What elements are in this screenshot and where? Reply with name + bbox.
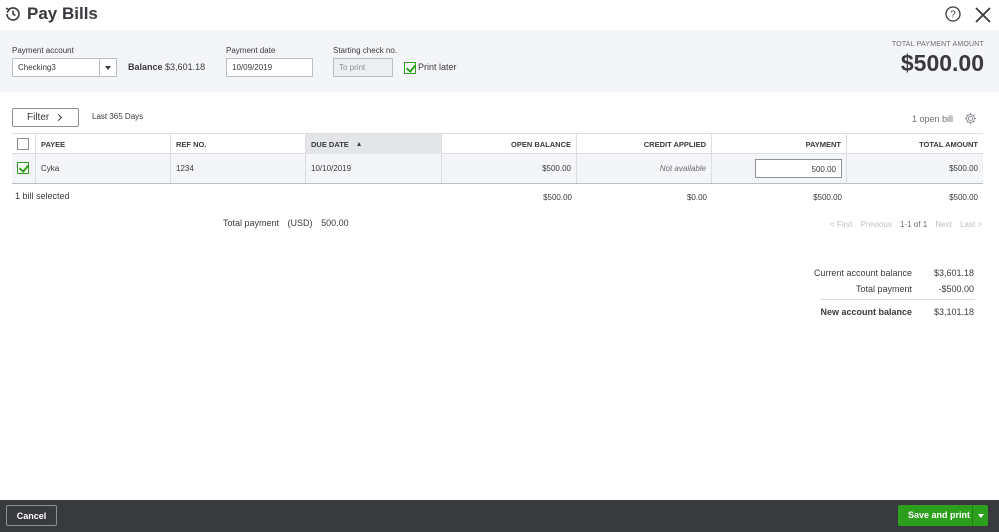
- svg-text:?: ?: [950, 10, 956, 21]
- new-balance-value: $3,101.18: [933, 307, 974, 317]
- footer-bar: Cancel Save and print: [0, 500, 999, 532]
- gear-icon[interactable]: [964, 112, 977, 125]
- total-payment-amount-label: TOTAL PAYMENT AMOUNT: [891, 41, 984, 48]
- total-payment-label: Total payment: [223, 218, 280, 228]
- payment-date-label: Payment date: [226, 46, 276, 55]
- help-icon[interactable]: ?: [945, 6, 961, 22]
- sort-ascending-icon: [356, 142, 361, 146]
- close-icon[interactable]: [974, 6, 992, 24]
- payment-amount-input[interactable]: 500.00: [755, 159, 842, 178]
- payment-account-value: Checking3: [18, 63, 56, 72]
- total-payment-line: Total payment (USD) 500.00: [223, 218, 355, 228]
- save-and-print-button[interactable]: Save and print: [898, 505, 988, 526]
- column-header-ref-no[interactable]: REF NO.: [171, 134, 306, 154]
- column-header-open-balance[interactable]: OPEN BALANCE: [442, 134, 577, 154]
- total-payment-currency: (USD): [287, 218, 313, 228]
- filter-button-label: Filter: [27, 112, 50, 123]
- cell-open-balance: $500.00: [442, 154, 577, 183]
- page-title: Pay Bills: [27, 4, 98, 23]
- select-all-checkbox[interactable]: [17, 138, 29, 150]
- chevron-down-icon[interactable]: [972, 505, 988, 526]
- cancel-button[interactable]: Cancel: [6, 505, 57, 526]
- total-amount-column: $500.00: [949, 193, 978, 202]
- column-header-due-date[interactable]: DUE DATE: [306, 134, 442, 154]
- starting-check-label: Starting check no.: [333, 46, 398, 55]
- open-bill-count: 1 open bill: [912, 114, 954, 124]
- filter-button[interactable]: Filter: [12, 108, 79, 127]
- pager-first[interactable]: < First: [830, 220, 852, 229]
- select-all-cell: [12, 134, 36, 154]
- balance-value: $3,601.18: [165, 62, 206, 72]
- pager-last[interactable]: Last >: [960, 220, 982, 229]
- chevron-down-icon[interactable]: [99, 59, 116, 76]
- summary-divider: [820, 299, 975, 300]
- cell-total-amount: $500.00: [949, 164, 978, 173]
- column-header-credit-applied[interactable]: CREDIT APPLIED: [577, 134, 712, 154]
- cell-payee: Cyka: [36, 154, 171, 183]
- balance-label: Balance: [128, 62, 163, 72]
- cell-due-date: 10/10/2019: [306, 154, 442, 183]
- save-and-print-label: Save and print: [908, 510, 971, 520]
- summary-total-payment-label: Total payment: [855, 284, 912, 294]
- pagination: < First Previous 1-1 of 1 Next Last >: [830, 220, 988, 229]
- pager-range: 1-1 of 1: [900, 220, 928, 229]
- history-icon[interactable]: [4, 5, 22, 23]
- current-balance-value: $3,601.18: [933, 268, 974, 278]
- print-later-checkbox[interactable]: [404, 62, 416, 74]
- payment-form-area: [0, 30, 999, 92]
- payment-account-label: Payment account: [12, 46, 74, 55]
- column-header-payment[interactable]: PAYMENT: [712, 134, 847, 154]
- total-payment-value: 500.00: [321, 218, 349, 228]
- current-balance-label: Current account balance: [813, 268, 912, 278]
- total-payment-amount-value: $500.00: [900, 50, 984, 76]
- total-payment-column: $500.00: [813, 193, 842, 202]
- pager-next[interactable]: Next: [935, 220, 951, 229]
- summary-total-payment-value: -$500.00: [938, 284, 974, 294]
- row-select-cell: [12, 154, 36, 183]
- cell-credit-applied: Not available: [577, 154, 712, 183]
- column-header-payee[interactable]: PAYEE: [36, 134, 171, 154]
- print-later-label: Print later: [418, 62, 457, 72]
- account-balance: Balance $3,601.18: [128, 62, 205, 72]
- totals-row: $500.00 $0.00 $500.00 $500.00: [12, 184, 983, 204]
- payment-account-select[interactable]: Checking3: [12, 58, 117, 77]
- cell-ref-no: 1234: [171, 154, 306, 183]
- payment-date-input[interactable]: 10/09/2019: [226, 58, 313, 77]
- column-header-total-amount[interactable]: TOTAL AMOUNT: [847, 134, 983, 154]
- total-open-balance: $500.00: [543, 193, 572, 202]
- total-credit-applied: $0.00: [686, 193, 707, 202]
- row-checkbox[interactable]: [17, 162, 29, 174]
- starting-check-input: To print: [333, 58, 393, 77]
- title-bar: Pay Bills ?: [0, 0, 999, 30]
- pager-previous[interactable]: Previous: [861, 220, 892, 229]
- filter-range-text: Last 365 Days: [92, 112, 144, 121]
- chevron-right-icon: [54, 113, 63, 122]
- table-row: Cyka 1234 10/10/2019 $500.00 Not availab…: [12, 154, 983, 184]
- new-balance-label: New account balance: [820, 307, 912, 317]
- bills-table-header: PAYEE REF NO. DUE DATE OPEN BALANCE CRED…: [12, 133, 983, 154]
